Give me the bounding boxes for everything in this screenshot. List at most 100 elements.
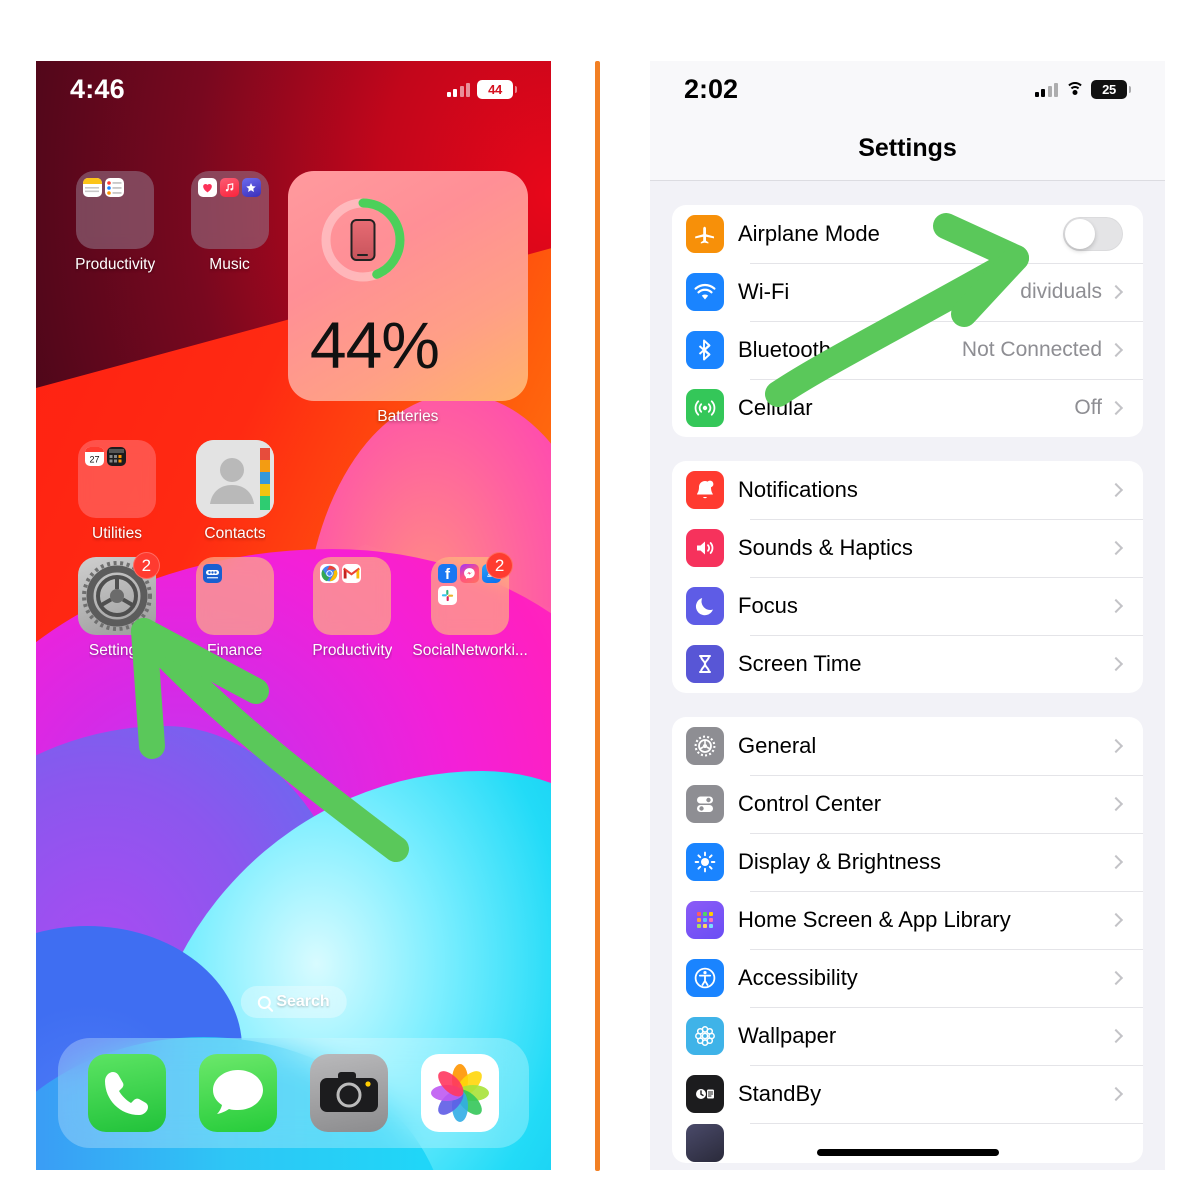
moon-icon [686,587,724,625]
settings-row-label: Focus [738,593,798,618]
phone-icon[interactable] [88,1054,167,1132]
battery-widget: 44% [287,171,528,401]
brightness-sun-icon [686,843,724,881]
sliders-icon [686,785,724,823]
settings-row-label: Cellular [738,395,813,420]
home-item-productivity-2[interactable]: Productivity [294,557,412,660]
home-item-finance[interactable]: Finance [176,557,294,660]
chevron-right-icon [1108,912,1124,928]
settings-row-general[interactable]: General [672,717,1143,775]
search-pill[interactable]: Search [240,986,347,1018]
settings-row-bluetooth[interactable]: Bluetooth Not Connected [672,321,1143,379]
cellular-bars-icon [1034,82,1058,97]
gmail-icon [342,564,362,583]
battery-percent-label: 25 [1102,81,1116,97]
airplane-mode-toggle[interactable] [1063,217,1123,251]
settings-group-connectivity: Airplane Mode Wi-Fi dividuals Bluetooth [672,205,1143,437]
settings-row-display-brightness[interactable]: Display & Brightness [672,833,1143,891]
facebook-icon: f [438,564,458,583]
chevron-right-icon [1108,598,1124,614]
folder-icon [313,557,392,635]
home-item-socialnetworking[interactable]: f 2 SocialNetworki... [411,552,529,660]
settings-group-system: General Control Center Display & Brightn… [672,717,1143,1163]
home-item-contacts[interactable]: Contacts [176,440,294,543]
stocks-icon [202,564,222,583]
photos-icon[interactable] [420,1054,499,1132]
cellular-icon [686,389,724,427]
home-item-settings[interactable]: 2 Settings [58,552,176,660]
settings-row-wifi[interactable]: Wi-Fi dividuals [672,263,1143,321]
slack-icon [438,586,458,605]
standby-clock-icon [686,1075,724,1113]
settings-row-wallpaper[interactable]: Wallpaper [672,1007,1143,1065]
settings-row-accessibility[interactable]: Accessibility [672,949,1143,1007]
app-row: Productivity Music 44% Batteries [58,171,529,426]
messenger-icon [460,564,480,583]
right-phone-settings-app: 2:02 25 Settings Airplane Mode Wi-Fi div… [650,61,1165,1170]
page-title: Settings [858,134,957,162]
app-label: Utilities [92,525,142,542]
settings-row-value: Not Connected [961,338,1102,361]
search-icon [257,995,271,1009]
status-time: 4:46 [70,73,125,104]
settings-row-cellular[interactable]: Cellular Off [672,379,1143,437]
folder-icon [195,557,274,635]
settings-row-home-screen-app-library[interactable]: Home Screen & App Library [672,891,1143,949]
panel-divider [595,61,600,1171]
home-item-music[interactable]: Music [172,171,286,426]
home-item-utilities[interactable]: 27 Utilities [58,440,176,543]
settings-row-label: Wi-Fi [738,279,790,304]
chevron-right-icon [1108,970,1124,986]
left-status-bar: 4:46 44 [36,61,551,117]
settings-row-label: Airplane Mode [738,221,880,246]
svg-text:27: 27 [89,455,99,465]
airplane-icon [686,215,724,253]
settings-row-standby[interactable]: StandBy [672,1065,1143,1123]
settings-row-value: Off [1074,396,1102,419]
music-icon [219,178,239,197]
screenshot-stage: 4:46 44 Productivity Music 44% Batteries… [0,0,1200,1200]
home-item-batteries-widget[interactable]: 44% Batteries [287,171,529,426]
nav-bar: Settings [650,117,1165,181]
accessibility-icon [686,959,724,997]
settings-row-label: Notifications [738,477,858,502]
status-indicators: 44 [446,79,517,99]
settings-row-sounds-haptics[interactable]: Sounds & Haptics [672,519,1143,577]
app-label: SocialNetworki... [412,642,528,659]
chevron-right-icon [1108,656,1124,672]
settings-row-screen-time[interactable]: Screen Time [672,635,1143,693]
settings-row-label: Wallpaper [738,1023,837,1048]
app-label: Contacts [204,525,266,542]
settings-row-label: Sounds & Haptics [738,535,913,560]
settings-row-partial[interactable] [672,1123,1143,1163]
settings-row-focus[interactable]: Focus [672,577,1143,635]
settings-row-label: Home Screen & App Library [738,907,1011,932]
settings-row-label: Bluetooth [738,337,831,362]
notes-icon [83,178,103,197]
battery-icon: 44 [477,79,517,99]
battery-icon: 25 [1091,79,1131,99]
left-phone-home-screen: 4:46 44 Productivity Music 44% Batteries… [36,61,551,1170]
settings-row-control-center[interactable]: Control Center [672,775,1143,833]
chevron-right-icon [1108,738,1124,754]
status-time: 2:02 [684,73,739,104]
messages-icon[interactable] [199,1054,278,1132]
hourglass-icon [686,645,724,683]
camera-icon[interactable] [309,1054,388,1132]
settings-group-notifications: Notifications Sounds & Haptics Focus Scr… [672,461,1143,693]
dock [58,1038,529,1148]
chrome-icon [320,564,340,583]
folder-icon [190,171,269,249]
speaker-icon [686,529,724,567]
wallpaper-flower-icon [686,1017,724,1055]
notifications-bell-icon [686,471,724,509]
settings-row-airplane-mode[interactable]: Airplane Mode [672,205,1143,263]
settings-row-notifications[interactable]: Notifications [672,461,1143,519]
battery-percent-value: 44% [309,308,440,382]
settings-list: Airplane Mode Wi-Fi dividuals Bluetooth [650,205,1165,1163]
home-item-productivity[interactable]: Productivity [58,171,172,426]
settings-row-label: Screen Time [738,651,862,676]
settings-row-label: Control Center [738,791,882,816]
phone-glyph-icon [350,219,376,261]
wifi-icon [1065,81,1084,97]
